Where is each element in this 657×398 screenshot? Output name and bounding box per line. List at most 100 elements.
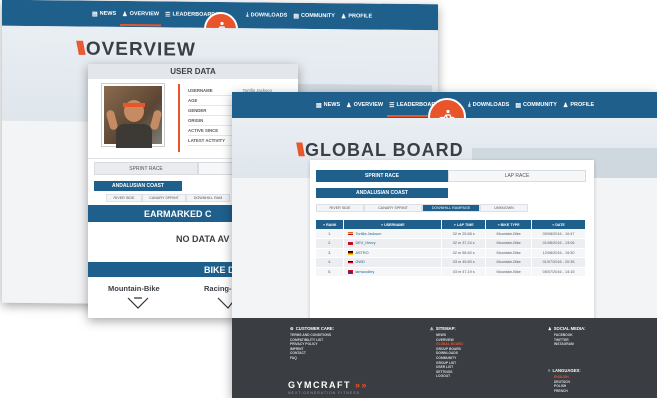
date-cell: 09/08/2016 - 10:47 [531, 229, 586, 239]
tab-andalusian-coast[interactable]: ANDALUSIAN COAST [94, 181, 182, 191]
rank-cell: 2. [316, 238, 345, 249]
title-slashes-icon: \\\ [76, 38, 83, 60]
bike-type-cell: Mountain-Bike [485, 257, 533, 268]
track-subtabs: RIVER SIDE CANARY SPRINT DOWNHILL RAM [106, 194, 230, 202]
footer-link[interactable]: FAQ [290, 356, 334, 361]
download-icon: ⤓ [468, 101, 471, 108]
nav-downloads[interactable]: ⤓ DOWNLOADS [246, 12, 287, 19]
nav-profile[interactable]: ♟ PROFILE [563, 102, 594, 109]
lap-time-cell: 02 m 37.24 s [441, 238, 487, 249]
table-header-row: ≡ RANK ≡ USERNAME ≡ LAP TIME ≡ BIKE TYPE… [316, 220, 586, 229]
nav-news[interactable]: ▤ NEWS [92, 10, 116, 17]
column-username[interactable]: ≡ USERNAME [343, 220, 443, 229]
bike-label-racing: Racing- [204, 284, 232, 293]
tab-andalusian-coast[interactable]: ANDALUSIAN COAST [316, 188, 448, 198]
subtab-river-side[interactable]: RIVER SIDE [106, 194, 142, 202]
date-cell: 05/07/2016 - 14:15 [531, 267, 586, 277]
tab-sprint-race[interactable]: SPRINT RACE [94, 162, 198, 175]
footer-link[interactable]: LOGOUT [430, 374, 463, 379]
subtab-canary-sprint[interactable]: CANARY SPRINT [364, 204, 422, 212]
tab-lap-race[interactable]: LAP RACE [448, 170, 586, 182]
footer-heading: ♟ SOCIAL MEDIA: [548, 326, 586, 331]
lap-time-cell: 02 m 58.40 s [441, 248, 487, 258]
user-icon: ♟ [562, 102, 569, 109]
list-icon: ☰ [389, 102, 395, 109]
nav-right: ⤓ DOWNLOADS ▤ COMMUNITY ♟ PROFILE [246, 2, 372, 29]
avatar-headband [123, 103, 145, 107]
divider [178, 84, 180, 152]
footer-link[interactable]: INSTAGRAM [548, 342, 586, 347]
nav-news[interactable]: ▤ NEWS [316, 102, 340, 109]
language-icon: ≡ [548, 368, 551, 373]
bike-type-cell: Mountain-Bike [485, 229, 533, 239]
tab-sprint-race[interactable]: SPRINT RACE [316, 170, 448, 182]
column-bike-type[interactable]: ≡ BIKE TYPE [485, 220, 533, 229]
subtab-unknown[interactable]: UNKNOWN [480, 204, 528, 212]
nav-overview[interactable]: ♟ OVERVIEW [122, 10, 159, 17]
subtab-downhill-rampage[interactable]: DOWNHILL RAMPAGE [422, 204, 480, 212]
footer-link[interactable]: TERMS AND CONDITIONS [290, 333, 334, 338]
language-link[interactable]: FRENCH [548, 389, 581, 394]
subtab-river-side[interactable]: RIVER SIDE [316, 204, 364, 212]
leaderboard-card: SPRINT RACE LAP RACE ANDALUSIAN COAST RI… [310, 160, 594, 324]
community-icon: ▤ [293, 13, 299, 20]
lap-time-cell: 03 m 47.19 s [441, 267, 487, 277]
spain-flag-icon [348, 231, 354, 236]
germany-flag-icon [348, 260, 354, 264]
gymcraft-logo[interactable]: GYMCRAFT »» [288, 380, 368, 390]
footer-heading: ≡ LANGUAGES: [548, 368, 581, 373]
global-board-window: ▤ NEWS ♟ OVERVIEW ☰ LEADERBOARDS ⤓ DOWNLOADS… [232, 92, 657, 398]
footer-heading: ⚙ CUSTOMER CARE: [290, 326, 335, 331]
username-cell[interactable]: GWD [343, 257, 443, 268]
nav-community[interactable]: ▤ COMMUNITY [293, 12, 335, 19]
sitemap-icon: ⚠ [430, 326, 434, 331]
user-icon: ♟ [122, 11, 128, 18]
table-row: 2. DEV_Henry 02 m 37.24 s Mountain-Bike … [316, 238, 586, 249]
nav-overview[interactable]: ♟ OVERVIEW [346, 102, 383, 109]
bike-type-cell: Mountain-Bike [485, 267, 533, 277]
table-row: 3. ASTRO 02 m 58.40 s Mountain-Bike 12/0… [316, 248, 586, 258]
column-lap-time[interactable]: ≡ LAP TIME [441, 220, 487, 229]
column-date[interactable]: ≡ DATE [531, 220, 586, 229]
avatar [102, 84, 164, 148]
social-icon: ♟ [548, 326, 552, 331]
username-cell[interactable]: ASTRO [343, 248, 443, 258]
germany-flag-icon [348, 251, 354, 255]
news-icon: ▤ [92, 11, 98, 18]
username-cell[interactable]: DEV_Henry [343, 238, 443, 249]
username-cell[interactable]: Tortilla Jackson [343, 229, 443, 239]
subtab-downhill-rampage[interactable]: DOWNHILL RAM [186, 194, 230, 202]
leaderboard-table: ≡ RANK ≡ USERNAME ≡ LAP TIME ≡ BIKE TYPE… [316, 220, 586, 277]
nav-community[interactable]: ▤ COMMUNITY [515, 102, 557, 109]
title-slashes-icon: \\\ [296, 140, 305, 160]
nav-downloads[interactable]: ⤓ DOWNLOADS [468, 102, 509, 109]
avatar-arm [149, 109, 163, 131]
rank-cell: 1. [316, 229, 345, 239]
bike-type-cell: Mountain-Bike [485, 248, 533, 258]
track-subtabs: RIVER SIDE CANARY SPRINT DOWNHILL RAMPAG… [316, 204, 528, 212]
avatar-body [116, 124, 152, 148]
logo-tagline: NEXT-GENERATION FITNESS [288, 391, 360, 395]
nav-profile[interactable]: ♟ PROFILE [341, 13, 372, 20]
nav-left: ▤ NEWS ♟ OVERVIEW ☰ LEADERBOARDS [316, 92, 445, 118]
footer-heading: ⚠ SITEMAP: [430, 326, 456, 331]
area-tabs: ANDALUSIAN COAST [94, 181, 182, 191]
date-cell: 12/08/2016 - 19:30 [531, 248, 586, 258]
table-row: 4. GWD 03 m 45.83 s Mountain-Bike 01/07/… [316, 257, 586, 268]
lap-time-cell: 03 m 45.83 s [441, 257, 487, 268]
news-icon: ▤ [316, 102, 322, 109]
bike-label-mountain: Mountain-Bike [108, 284, 160, 293]
page-title: \\\ OVERVIEW [76, 38, 196, 61]
lap-time-cell: 02 m 25.68 s [441, 229, 487, 239]
footer-customer-care: ⚙ CUSTOMER CARE: TERMS AND CONDITIONS COM… [290, 326, 334, 361]
subtab-canary-sprint[interactable]: CANARY SPRINT [142, 194, 186, 202]
screenshot-collage: ▤ NEWS ♟ OVERVIEW ☰ LEADERBOARDS ⤓ DOWNLOADS… [0, 0, 657, 398]
column-rank[interactable]: ≡ RANK [316, 220, 345, 229]
nav-left: ▤ NEWS ♟ OVERVIEW ☰ LEADERBOARDS [92, 1, 219, 28]
chevrons-icon: »» [355, 380, 369, 390]
user-icon: ♟ [340, 13, 347, 20]
uk-flag-icon [348, 241, 354, 245]
username-cell[interactable]: lamwoolley [343, 267, 443, 277]
site-footer: ⚙ CUSTOMER CARE: TERMS AND CONDITIONS COM… [232, 318, 657, 398]
community-icon: ▤ [515, 102, 521, 109]
